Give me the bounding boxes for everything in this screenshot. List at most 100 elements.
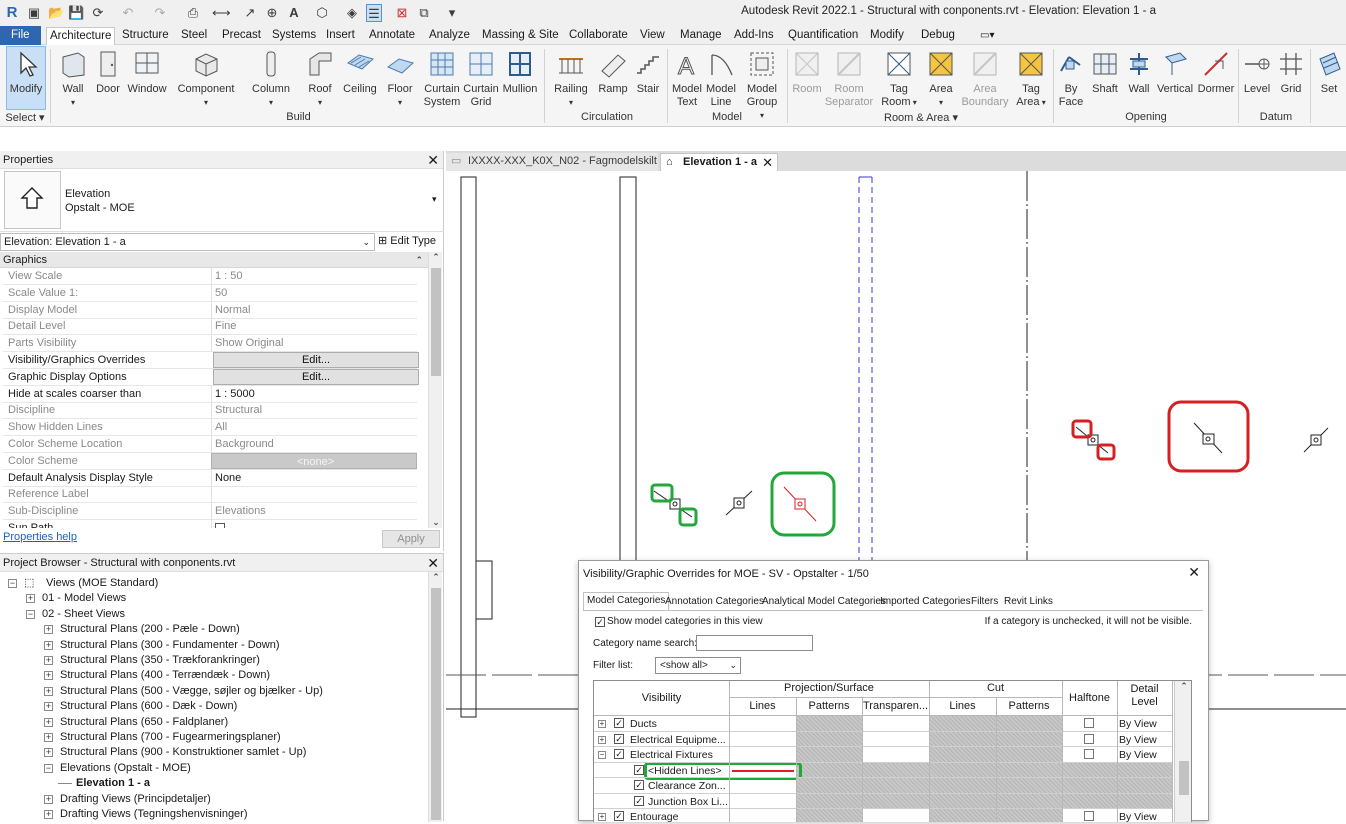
tab-annotation-categories[interactable]: Annotation Categories (662, 594, 767, 610)
area-button[interactable]: Area ▾ (922, 47, 960, 109)
browser-tree-item[interactable]: Structural Plans (600 - Dæk - Down) (60, 699, 237, 714)
component-button[interactable]: Component ▾ (175, 47, 237, 109)
door-button[interactable]: Door (93, 47, 123, 109)
header-visibility[interactable]: Visibility (594, 681, 729, 715)
expand-icon[interactable]: + (44, 625, 53, 635)
print-icon[interactable]: ⎙ (185, 4, 201, 22)
expand-icon[interactable]: + (44, 671, 53, 681)
redo-icon[interactable]: ↷ (152, 4, 168, 22)
property-row[interactable]: Detail Level Fine (3, 318, 417, 336)
property-row[interactable]: Discipline Structural (3, 402, 417, 420)
open-icon[interactable]: 📂 (48, 4, 64, 22)
tab-quantification[interactable]: Quantification (785, 28, 861, 44)
category-row[interactable]: ✓ Clearance Zon... (594, 778, 1172, 794)
section-icon[interactable]: ◈ (344, 4, 360, 22)
dimension-icon[interactable]: ↗ (242, 4, 258, 22)
room-button[interactable]: Room (790, 47, 824, 109)
property-row[interactable]: Sun Path (3, 520, 417, 528)
sun-path-checkbox[interactable] (211, 520, 417, 528)
type-dropdown-icon[interactable]: ▾ (432, 194, 437, 205)
property-row[interactable]: View Scale 1 : 50 (3, 268, 417, 285)
browser-tree-item[interactable]: Structural Plans (900 - Konstruktioner s… (60, 745, 306, 760)
room-separator-button[interactable]: Room Separator (824, 47, 874, 109)
browser-tree-item[interactable]: 02 - Sheet Views (42, 607, 125, 622)
property-row[interactable]: Color Scheme <none> (3, 452, 417, 470)
pattern-cell[interactable] (796, 747, 862, 763)
browser-tree-item[interactable]: Structural Plans (400 - Terrændæk - Down… (60, 668, 270, 683)
visibility-checkbox[interactable]: ✓ (614, 749, 624, 759)
pattern-cell[interactable] (929, 809, 996, 822)
grid-scrollbar[interactable]: ⌃ (1174, 681, 1191, 822)
show-model-categories-checkbox[interactable]: ✓ (595, 617, 605, 627)
collapse-icon[interactable]: − (8, 579, 17, 588)
tag-room-button[interactable]: Tag Room ▾ (880, 47, 918, 109)
window-button[interactable]: Window (125, 47, 169, 109)
save-icon[interactable]: 💾 (68, 4, 84, 22)
ribbon-options-icon[interactable]: ▭▾ (977, 28, 997, 44)
tab-view[interactable]: View (637, 28, 668, 44)
properties-scrollbar[interactable]: ⌃ ⌄ (428, 252, 442, 528)
tab-debug[interactable]: Debug (918, 28, 958, 44)
area-boundary-button[interactable]: Area Boundary (960, 47, 1010, 109)
level-button[interactable]: Level (1240, 47, 1274, 109)
view-tab-elevation[interactable]: ⌂ Elevation 1 - a ✕ (660, 153, 778, 171)
tab-steel[interactable]: Steel (178, 28, 210, 44)
visibility-checkbox[interactable]: ✓ (634, 780, 644, 790)
browser-tree-item[interactable]: Structural Plans (500 - Vægge, søjler og… (60, 684, 323, 699)
model-text-button[interactable]: A Model Text (670, 47, 704, 109)
browser-tree-item[interactable]: Structural Plans (350 - Trækforankringer… (60, 653, 260, 668)
by-face-button[interactable]: By Face (1056, 47, 1086, 109)
floor-button[interactable]: Floor ▾ (382, 47, 418, 109)
column-button[interactable]: Column ▾ (250, 47, 292, 109)
expand-icon[interactable]: + (44, 733, 53, 742)
category-row[interactable]: + ✓ Electrical Equipme... By View (594, 731, 1172, 747)
property-row[interactable]: Visibility/Graphics Overrides Edit... (3, 352, 419, 369)
apply-button[interactable]: Apply (382, 530, 440, 548)
property-row[interactable]: Graphic Display Options Edit... (3, 368, 419, 386)
tag-area-button[interactable]: Tag Area ▾ (1012, 47, 1050, 109)
expand-icon[interactable]: + (44, 640, 53, 650)
collapse-icon[interactable]: − (598, 751, 606, 759)
expand-icon[interactable]: + (44, 702, 53, 712)
category-row[interactable]: + ✓ Ducts By View (594, 716, 1172, 732)
visibility-checkbox[interactable]: ✓ (614, 733, 624, 744)
pattern-cell[interactable] (929, 747, 996, 763)
ceiling-button[interactable]: Ceiling (340, 47, 380, 109)
expand-icon[interactable]: + (598, 720, 606, 728)
close-icon[interactable]: ✕ (762, 154, 773, 171)
halftone-checkbox[interactable] (1084, 733, 1094, 744)
pattern-cell[interactable] (796, 809, 862, 822)
shaft-button[interactable]: Shaft (1088, 47, 1122, 109)
browser-tree-item[interactable]: Elevations (Opstalt - MOE) (60, 761, 191, 776)
pattern-cell[interactable] (996, 747, 1062, 763)
tab-architecture[interactable]: Architecture (46, 27, 116, 46)
property-value[interactable]: 1 : 5000 (211, 385, 417, 402)
category-row[interactable]: ✓ <Hidden Lines> (594, 761, 1172, 780)
graphics-group-header[interactable]: Graphics ⌃ (0, 252, 428, 268)
expand-icon[interactable]: + (44, 656, 53, 665)
curtain-system-button[interactable]: Curtain System (422, 47, 462, 109)
undo-icon[interactable]: ↶ (120, 4, 136, 22)
collapse-icon[interactable]: − (44, 763, 53, 773)
vertical-opening-button[interactable]: Vertical (1156, 47, 1194, 109)
browser-tree-item[interactable]: 01 - Model Views (42, 591, 126, 606)
instance-filter-select[interactable]: Elevation: Elevation 1 - a ⌄ (0, 233, 375, 251)
wall-opening-button[interactable]: Wall (1124, 47, 1154, 109)
qat-dropdown-icon[interactable]: ▾ (444, 4, 460, 22)
expand-icon[interactable]: + (26, 594, 35, 604)
view-tab-fagmodelskilt[interactable]: ▭ IXXXX-XXX_K0X_N02 - Fagmodelskilt (446, 153, 658, 171)
pattern-cell[interactable] (996, 809, 1062, 822)
set-work-plane-button[interactable]: Set (1314, 47, 1344, 109)
close-icon[interactable]: ✕ (427, 151, 439, 169)
halftone-checkbox[interactable] (1084, 749, 1094, 759)
property-value[interactable]: None (211, 469, 417, 486)
text-icon[interactable]: A (286, 4, 302, 22)
property-row[interactable]: Color Scheme Location Background (3, 436, 417, 453)
browser-tree-item[interactable]: Drafting Views (Tegningshenvisninger) (60, 807, 248, 822)
expand-icon[interactable]: + (44, 686, 53, 696)
modify-button[interactable]: Modify (6, 46, 46, 110)
tab-revit-links[interactable]: Revit Links (1001, 594, 1056, 610)
expand-icon[interactable]: + (44, 717, 53, 727)
property-row[interactable]: Default Analysis Display Style None (3, 469, 417, 487)
properties-help-link[interactable]: Properties help (3, 531, 77, 543)
